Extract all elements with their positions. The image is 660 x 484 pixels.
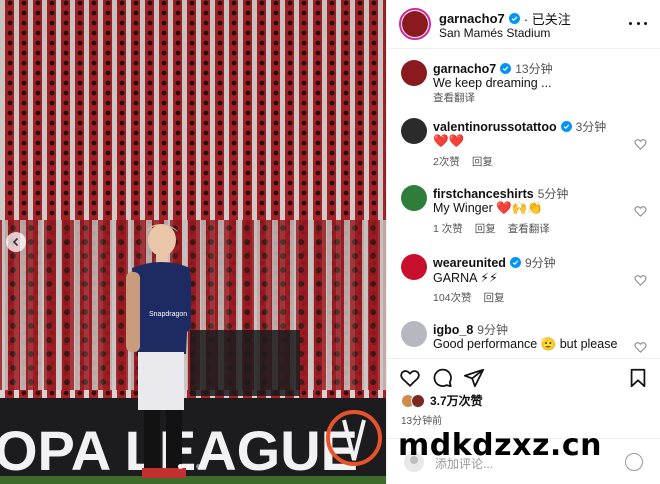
- comment-username[interactable]: igbo_8: [433, 323, 473, 337]
- comment-like-count[interactable]: 104次赞: [433, 290, 472, 305]
- verified-badge-icon: [508, 13, 520, 24]
- comment-time: 3分钟: [575, 120, 607, 134]
- commenter-avatar[interactable]: [401, 321, 427, 347]
- stadium-crowd-image: OPA LEAGUE Snapdragon: [0, 0, 386, 484]
- emoji-picker-icon[interactable]: [625, 453, 643, 471]
- comment-text: My Winger ❤️🙌👏: [433, 201, 543, 215]
- commenter-avatar[interactable]: [401, 254, 427, 280]
- comment-bubble-icon[interactable]: [431, 367, 453, 389]
- more-options-icon[interactable]: [629, 14, 647, 32]
- post-header: garnacho7 · 已关注 San Mamés Stadium: [387, 0, 660, 49]
- verified-badge-icon: [500, 63, 512, 74]
- verified-badge-icon: [509, 257, 521, 268]
- carousel-dot: [187, 464, 192, 469]
- comment-username[interactable]: firstchanceshirts: [433, 187, 534, 201]
- share-send-icon[interactable]: [463, 367, 485, 389]
- comment-text: GARNA ⚡⚡: [433, 271, 498, 285]
- reply-link[interactable]: 回复: [472, 154, 493, 169]
- caption-text: We keep dreaming ...: [433, 76, 552, 90]
- post-photo[interactable]: OPA LEAGUE Snapdragon: [0, 0, 386, 484]
- commenter-avatar[interactable]: [401, 118, 427, 144]
- comment-username[interactable]: weareunited: [433, 256, 506, 270]
- comment-time: 5分钟: [537, 187, 569, 201]
- comment-text: ❤️❤️: [433, 134, 465, 148]
- verified-badge-icon: [560, 121, 572, 132]
- reply-link[interactable]: 回复: [475, 221, 496, 236]
- like-heart-icon[interactable]: [399, 367, 421, 389]
- see-translation-link[interactable]: 查看翻译: [433, 90, 475, 105]
- bookmark-icon[interactable]: [627, 367, 649, 389]
- carousel-indicator: [178, 464, 201, 469]
- like-heart-icon[interactable]: [634, 138, 647, 151]
- like-heart-icon[interactable]: [634, 205, 647, 218]
- reply-link[interactable]: 回复: [484, 290, 505, 305]
- previous-photo-button[interactable]: [6, 232, 26, 252]
- comment-time: 9分钟: [524, 256, 556, 270]
- posted-time: 13分钟前: [401, 416, 443, 427]
- comment-username[interactable]: garnacho7: [433, 62, 496, 76]
- carousel-dot: [196, 464, 201, 469]
- comment-text: Good performance 🫡 but please: [433, 337, 618, 351]
- like-heart-icon[interactable]: [634, 274, 647, 287]
- see-translation-link[interactable]: 查看翻译: [508, 221, 550, 236]
- likes-count[interactable]: 3.7万次赞: [430, 392, 483, 409]
- comment-like-count[interactable]: 2次赞: [433, 154, 460, 169]
- likes-summary[interactable]: 3.7万次赞: [401, 392, 483, 409]
- comments-list: garnacho7 13分钟 We keep dreaming ... 查看翻译…: [387, 50, 660, 356]
- liker-avatar: [411, 393, 425, 408]
- author-avatar[interactable]: [401, 60, 427, 86]
- watermark-text: mdkdzxz.cn: [398, 428, 602, 463]
- comment-username[interactable]: valentinorussotattoo: [433, 120, 557, 134]
- chevron-left-icon: [12, 237, 19, 247]
- post-location[interactable]: San Mamés Stadium: [439, 26, 550, 40]
- comment-time: 13分钟: [515, 62, 553, 76]
- carousel-dot: [178, 464, 183, 469]
- commenter-avatar[interactable]: [401, 185, 427, 211]
- author-username[interactable]: garnacho7: [439, 11, 505, 26]
- comment-like-count[interactable]: 1 次赞: [433, 221, 463, 236]
- post-sidebar: garnacho7 · 已关注 San Mamés Stadium garnac…: [386, 0, 660, 484]
- shirt-sponsor-text: Snapdragon: [149, 311, 187, 318]
- author-avatar[interactable]: [399, 8, 431, 40]
- like-heart-icon[interactable]: [634, 341, 647, 354]
- comment-time: 9分钟: [477, 323, 508, 337]
